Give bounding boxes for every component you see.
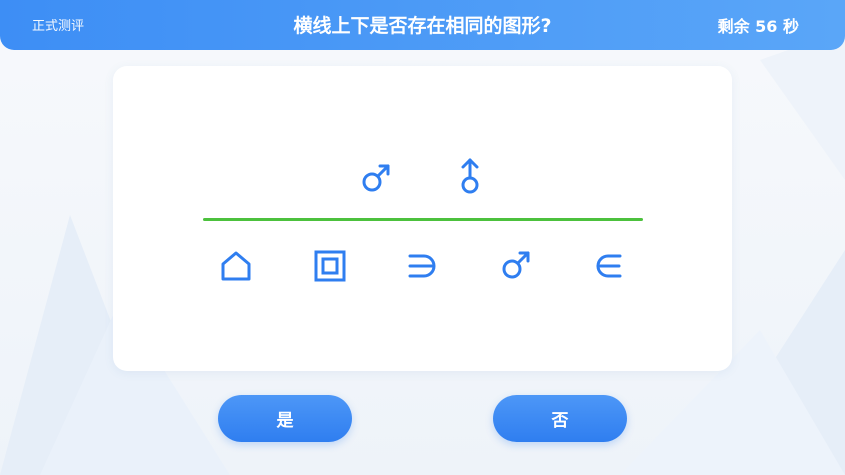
no-button[interactable]: 否 [493, 395, 627, 442]
question-card [113, 66, 732, 371]
superset-icon [402, 246, 442, 286]
yes-button[interactable]: 是 [218, 395, 352, 442]
male-icon [496, 245, 536, 285]
house-icon [216, 246, 256, 286]
element-of-icon [589, 246, 629, 286]
square-frame-icon [310, 246, 350, 286]
male-up-icon [450, 156, 490, 196]
male-icon [356, 158, 396, 198]
countdown-timer: 剩余 56 秒 [717, 17, 799, 36]
header-bar: 正式测评 横线上下是否存在相同的图形? 剩余 56 秒 [0, 0, 845, 50]
divider-line [203, 218, 643, 221]
